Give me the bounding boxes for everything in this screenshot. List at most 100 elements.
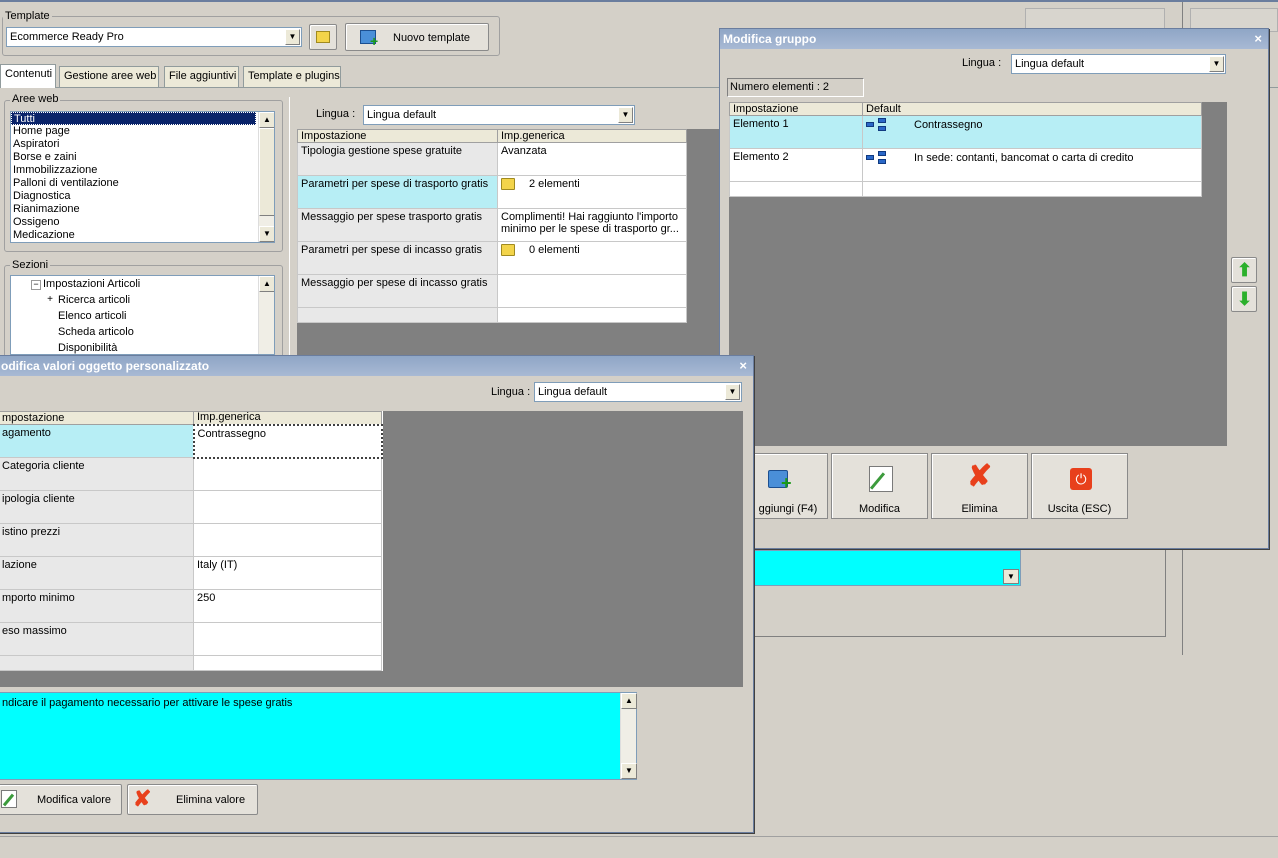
table-row[interactable]: istino prezzi [0, 523, 382, 557]
scroll-thumb[interactable] [259, 128, 274, 216]
list-item[interactable]: Palloni di ventilazione [11, 177, 274, 190]
tab-file-aggiuntivi[interactable]: File aggiuntivi [164, 66, 239, 87]
list-item[interactable]: Borse e zaini [11, 151, 274, 164]
scroll-up-icon[interactable]: ▲ [621, 693, 637, 709]
table-row[interactable]: eso massimo [0, 622, 382, 656]
row-value[interactable]: Contrassegno [192, 423, 383, 459]
aree-web-scrollbar[interactable]: ▲ ▼ [258, 112, 274, 242]
row-value-cell[interactable]: 2 elementi [497, 175, 687, 209]
list-item[interactable]: Home page [11, 125, 274, 138]
add-template-icon: + [360, 28, 380, 48]
tree-item[interactable]: Elenco articoli [58, 310, 126, 322]
template-select[interactable]: Ecommerce Ready Pro ▼ [6, 27, 302, 47]
row-value-cell[interactable]: 0 elementi [497, 241, 687, 275]
list-item[interactable]: Medicazione [11, 229, 274, 242]
list-item[interactable]: Ossigeno [11, 216, 274, 229]
description-text: ndicare il pagamento necessario per atti… [2, 697, 293, 709]
modifica-button[interactable]: Modifica [831, 453, 928, 519]
collapse-icon[interactable]: − [31, 280, 41, 290]
row-value[interactable] [193, 523, 382, 557]
dialog-titlebar: odifica valori oggetto personalizzato × [0, 356, 753, 376]
table-row[interactable]: Elemento 1 Contrassegno [729, 115, 1202, 149]
table-row[interactable]: Messaggio per spese trasporto gratis Com… [297, 208, 687, 242]
chevron-down-icon[interactable]: ▼ [1209, 56, 1224, 72]
expand-icon[interactable]: + [45, 295, 55, 306]
list-item[interactable]: Diagnostica [11, 190, 274, 203]
scroll-down-icon[interactable]: ▼ [621, 763, 637, 779]
row-value-cell[interactable]: Contrassegno [862, 115, 1202, 149]
row-label: Parametri per spese di incasso gratis [297, 241, 498, 275]
table-row[interactable]: Categoria cliente [0, 457, 382, 491]
table-row[interactable]: agamento Contrassegno [0, 423, 383, 459]
elimina-button[interactable]: ✘ Elimina [931, 453, 1028, 519]
arrow-down-icon: ⬇ [1237, 289, 1253, 309]
scroll-up-icon[interactable]: ▲ [259, 112, 274, 128]
table-row [297, 307, 687, 323]
tab-gestione-aree-web[interactable]: Gestione aree web [59, 66, 159, 87]
table-row[interactable]: Parametri per spese di incasso gratis 0 … [297, 241, 687, 275]
tab-template-plugins[interactable]: Template e plugins [243, 66, 341, 87]
tree-item[interactable]: Scheda articolo [58, 326, 134, 338]
table-row [729, 181, 1202, 197]
tree-item[interactable]: Impostazioni Articoli [43, 278, 140, 290]
table-row[interactable]: Tipologia gestione spese gratuite Avanza… [297, 142, 687, 176]
row-value[interactable] [193, 457, 382, 491]
lingua-select[interactable]: Lingua default ▼ [363, 105, 635, 125]
tree-item[interactable]: Disponibilità [58, 342, 117, 354]
top-border [0, 0, 1278, 2]
table-row[interactable]: Messaggio per spese di incasso gratis [297, 274, 687, 308]
row-label: mporto minimo [0, 589, 194, 623]
table-row[interactable]: Parametri per spese di trasporto gratis … [297, 175, 687, 209]
move-down-button[interactable]: ⬇ [1231, 286, 1257, 312]
row-value[interactable]: 250 [193, 589, 382, 623]
row-value-cell[interactable]: In sede: contanti, bancomat o carta di c… [862, 148, 1202, 182]
list-item[interactable]: Tutti [11, 112, 256, 125]
table-row[interactable]: mporto minimo 250 [0, 589, 382, 623]
lingua-select[interactable]: Lingua default ▼ [534, 382, 742, 402]
modifica-valore-button[interactable]: Modifica valore [0, 784, 122, 815]
folder-icon [316, 31, 330, 43]
row-value[interactable]: Complimenti! Hai raggiunto l'importo min… [497, 208, 687, 242]
elimina-valore-button[interactable]: ✘ Elimina valore [127, 784, 258, 815]
chevron-down-icon[interactable]: ▼ [618, 107, 633, 123]
aree-web-list[interactable]: Tutti Home page Aspiratori Borse e zaini… [10, 111, 275, 243]
chevron-down-icon[interactable]: ▼ [725, 384, 740, 400]
sezioni-tree[interactable]: − Impostazioni Articoli + Ricerca artico… [10, 275, 275, 355]
description-scrollbar[interactable]: ▲ ▼ [620, 693, 637, 779]
table-row[interactable]: ipologia cliente [0, 490, 382, 524]
list-item[interactable]: Aspiratori [11, 138, 274, 151]
row-value[interactable] [193, 490, 382, 524]
chevron-down-icon[interactable]: ▼ [285, 29, 300, 45]
list-item[interactable]: Rianimazione [11, 203, 274, 216]
scroll-up-icon[interactable]: ▲ [259, 276, 274, 292]
uscita-button[interactable]: ⏻ Uscita (ESC) [1031, 453, 1128, 519]
table-row [0, 655, 382, 671]
lingua-select-value: Lingua default [538, 386, 608, 398]
move-up-button[interactable]: ⬆ [1231, 257, 1257, 283]
description-box[interactable]: ndicare il pagamento necessario per atti… [0, 692, 637, 780]
elimina-valore-label: Elimina valore [176, 794, 246, 806]
table-row[interactable]: lazione Italy (IT) [0, 556, 382, 590]
scroll-down-icon[interactable]: ▼ [1003, 569, 1019, 584]
grid-header: mpostazione [0, 411, 194, 425]
close-icon[interactable]: × [1254, 31, 1262, 46]
settings-grid: Impostazione Imp.generica Tipologia gest… [297, 129, 721, 359]
sezioni-scrollbar[interactable]: ▲ [258, 276, 274, 354]
lingua-select[interactable]: Lingua default ▼ [1011, 54, 1226, 74]
lingua-label: Lingua : [316, 108, 356, 120]
open-folder-button[interactable] [309, 24, 337, 50]
grid-header: Impostazione [729, 102, 863, 116]
row-value[interactable]: Avanzata [497, 142, 687, 176]
row-value[interactable]: Italy (IT) [193, 556, 382, 590]
template-select-value: Ecommerce Ready Pro [10, 31, 124, 43]
row-label: Messaggio per spese di incasso gratis [297, 274, 498, 308]
row-value[interactable] [497, 274, 687, 308]
list-item[interactable]: Immobilizzazione [11, 164, 274, 177]
tab-contenuti[interactable]: Contenuti [0, 64, 56, 88]
close-icon[interactable]: × [739, 358, 747, 373]
scroll-down-icon[interactable]: ▼ [259, 226, 274, 242]
row-value[interactable] [193, 622, 382, 656]
tree-item[interactable]: Ricerca articoli [58, 294, 130, 306]
table-row[interactable]: Elemento 2 In sede: contanti, bancomat o… [729, 148, 1202, 182]
new-template-button[interactable]: + Nuovo template [345, 23, 489, 51]
